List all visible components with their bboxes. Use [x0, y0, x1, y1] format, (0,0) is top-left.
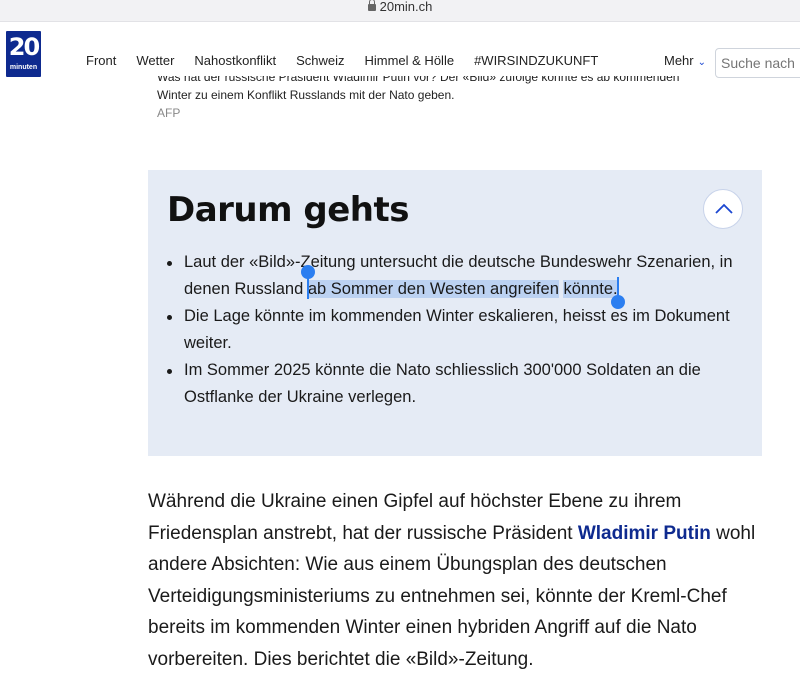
summary-box: Darum gehts Laut der «Bild»-Zeitung unte… — [148, 170, 762, 456]
nav-item-nahostkonflikt[interactable]: Nahostkonflikt — [194, 53, 276, 68]
chevron-down-icon: ⌄ — [697, 57, 707, 68]
summary-item: Die Lage könnte im kommenden Winter eska… — [164, 303, 749, 357]
site-logo[interactable]: 20 minuten — [6, 31, 41, 77]
summary-item: Im Sommer 2025 könnte die Nato schliessl… — [164, 357, 749, 411]
main-nav: Front Wetter Nahostkonflikt Schweiz Himmel &… — [86, 53, 618, 68]
more-label: Mehr — [664, 53, 694, 68]
nav-item-himmel-hoelle[interactable]: Himmel & Hölle — [364, 53, 454, 68]
nav-item-wirsindzukunft[interactable]: #WIRSINDZUKUNFT — [474, 53, 598, 68]
more-menu-button[interactable]: Mehr ⌄ — [664, 53, 706, 68]
article-paragraph: Während die Ukraine einen Gipfel auf höc… — [148, 491, 756, 670]
text-selection: ab Sommer den Westen angreifen — [307, 280, 559, 298]
caption-line-cut: Was hat der russische Präsident Wladimir… — [157, 76, 680, 84]
nav-item-wetter[interactable]: Wetter — [136, 53, 174, 68]
summary-title: Darum gehts — [167, 190, 410, 230]
summary-item: Laut der «Bild»-Zeitung untersucht die d… — [164, 249, 749, 309]
image-caption: Was hat der russische Präsident Wladimir… — [157, 76, 757, 122]
selection-start-handle[interactable] — [300, 265, 315, 299]
caption-line: Winter zu einem Konflikt Russlands mit d… — [157, 88, 455, 102]
chevron-up-icon — [715, 203, 733, 214]
nav-item-schweiz[interactable]: Schweiz — [296, 53, 344, 68]
logo-number: 20 — [8, 33, 40, 61]
logo-word: minuten — [9, 64, 38, 71]
search-input[interactable] — [715, 48, 800, 78]
url-text: 20min.ch — [379, 0, 433, 14]
collapse-button[interactable] — [703, 189, 743, 229]
browser-url-bar[interactable]: 20min.ch — [0, 0, 800, 22]
text-selection-end: könnte. — [563, 280, 618, 298]
lock-icon — [367, 0, 376, 12]
selection-end-handle[interactable] — [610, 277, 625, 309]
person-link[interactable]: Wladimir Putin — [578, 523, 711, 544]
nav-item-front[interactable]: Front — [86, 53, 116, 68]
summary-list: Laut der «Bild»-Zeitung untersucht die d… — [164, 249, 749, 411]
url-display[interactable]: 20min.ch — [0, 0, 800, 16]
image-credit: AFP — [157, 106, 181, 120]
